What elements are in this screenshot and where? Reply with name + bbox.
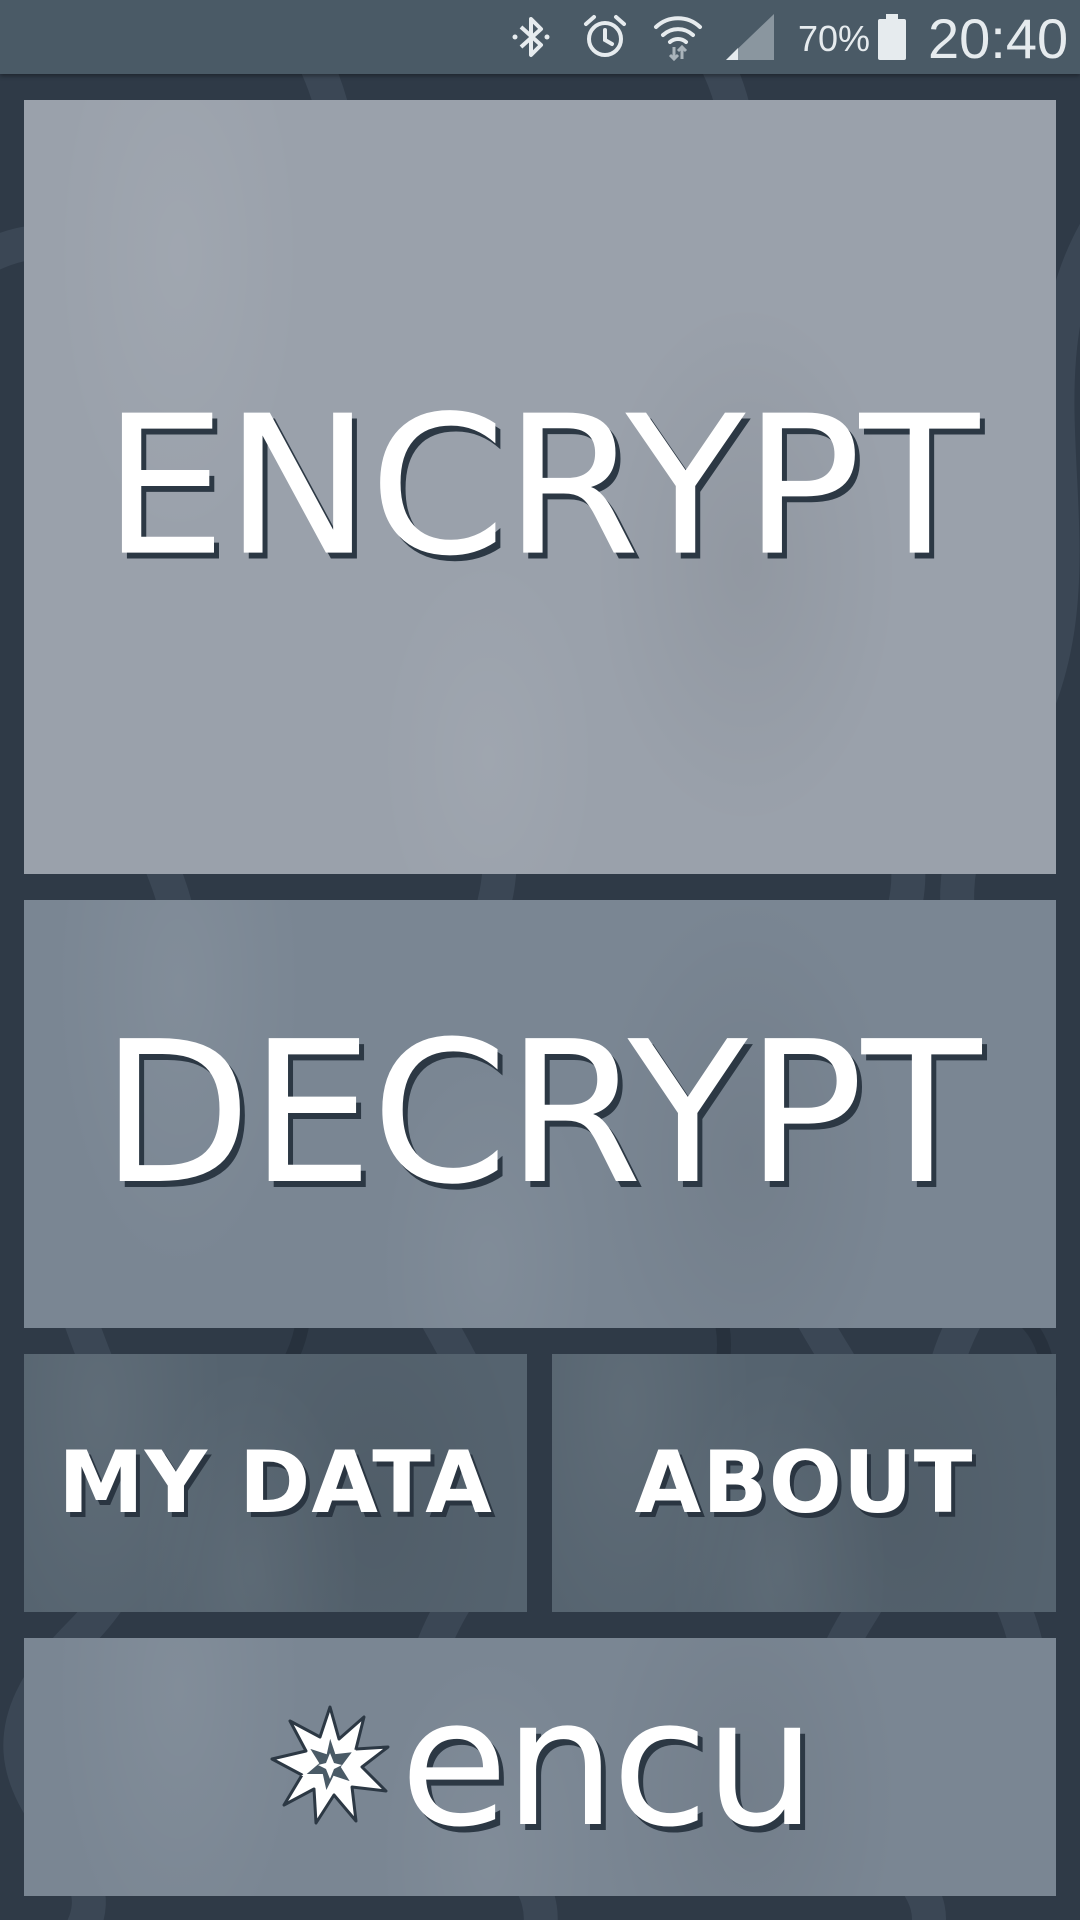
my-data-button[interactable]: MY DATA [24,1354,527,1612]
brand-logo: encu [268,1676,816,1852]
encrypt-label: ENCRYPT [102,375,980,599]
starburst-icon [268,1703,392,1831]
alarm-icon [578,12,632,62]
brand-name: encu [399,1661,816,1866]
decrypt-label: DECRYPT [100,1000,982,1228]
my-data-label: MY DATA [58,1433,493,1533]
battery-icon [874,12,910,62]
decrypt-button[interactable]: DECRYPT [24,900,1056,1328]
brand-logo-banner: encu [24,1638,1056,1896]
battery-percent: 70% [798,18,871,59]
about-button[interactable]: ABOUT [552,1354,1056,1612]
status-bar: 70% 20:40 [0,0,1080,74]
encrypt-button[interactable]: ENCRYPT [24,100,1056,874]
about-label: ABOUT [634,1433,974,1533]
signal-icon [724,12,776,62]
wifi-icon [650,12,706,62]
clock-time: 20:40 [928,7,1069,70]
bluetooth-icon [506,12,556,62]
